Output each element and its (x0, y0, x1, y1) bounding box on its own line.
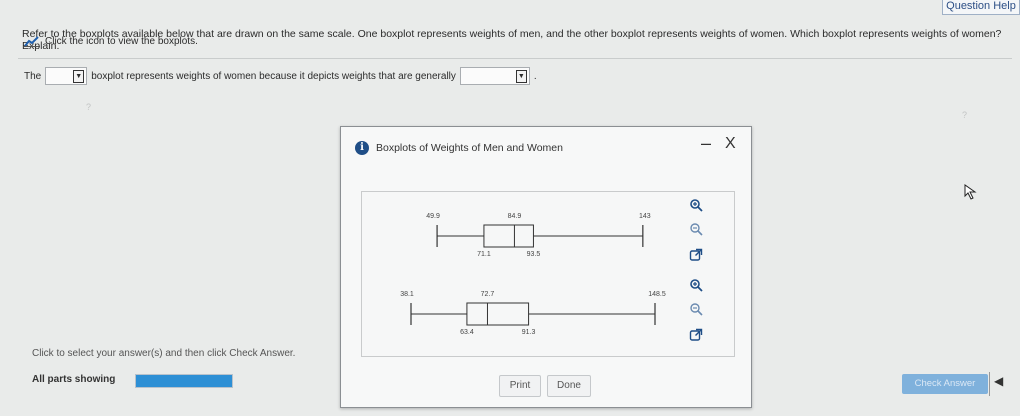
min-label: 38.1 (400, 291, 414, 298)
answer-prefix: The (24, 70, 42, 82)
view-boxplots-link[interactable]: Click the icon to view the boxplots. (45, 36, 198, 47)
max-label: 148.5 (648, 291, 666, 298)
q3-label: 91.3 (522, 329, 536, 336)
previous-arrow-icon[interactable]: ◀ (994, 374, 1003, 388)
answer-sentence: The ▼ boxplot represents weights of wome… (24, 67, 537, 85)
zoom-out-icon[interactable] (687, 220, 705, 238)
zoom-out-icon[interactable] (687, 300, 705, 318)
print-button[interactable]: Print (499, 375, 541, 397)
minimize-button[interactable]: – (701, 133, 711, 154)
faint-mark-left: ? (86, 102, 92, 112)
zoom-in-icon[interactable] (687, 196, 705, 214)
progress-fill (136, 375, 232, 387)
done-button[interactable]: Done (547, 375, 591, 397)
chevron-down-icon: ▼ (515, 69, 527, 83)
divider (989, 372, 990, 396)
popout-icon[interactable] (687, 246, 705, 264)
mouse-cursor-icon (964, 184, 977, 200)
median-label: 72.7 (481, 291, 495, 298)
min-label: 49.9 (426, 213, 440, 220)
max-label: 143 (639, 213, 651, 220)
answer-dropdown-1[interactable]: ▼ (45, 67, 88, 85)
progress-bar (135, 374, 233, 388)
question-help-link[interactable]: Question Help (942, 0, 1020, 15)
dialog-title: Boxplots of Weights of Men and Women (376, 142, 563, 154)
median-label: 84.9 (508, 213, 522, 220)
chevron-down-icon: ▼ (73, 69, 85, 83)
iqr-box (466, 302, 530, 326)
close-button[interactable]: X (725, 135, 736, 153)
popout-icon[interactable] (687, 326, 705, 344)
help-text: Click to select your answer(s) and then … (32, 348, 296, 359)
iqr-box (483, 224, 534, 248)
divider (18, 58, 1012, 59)
boxplot-chart: 49.9 84.9 143 71.1 93.5 38.1 72.7 148.5 63.4 91.3 (361, 191, 735, 357)
q1-label: 71.1 (477, 251, 491, 258)
boxplot-svg: 49.9 84.9 143 71.1 93.5 38.1 72.7 148.5 63.4 91.3 (400, 213, 666, 336)
q1-label: 63.4 (460, 329, 474, 336)
check-answer-button[interactable]: Check Answer (902, 374, 988, 394)
faint-mark-right: ? (962, 110, 968, 120)
zoom-in-icon[interactable] (687, 276, 705, 294)
info-icon: i (355, 141, 369, 155)
boxplots-dialog: i Boxplots of Weights of Men and Women –… (340, 126, 752, 408)
answer-middle: boxplot represents weights of women beca… (91, 70, 456, 82)
answer-dropdown-2[interactable]: ▼ (459, 67, 530, 85)
parts-label: All parts showing (32, 374, 116, 385)
answer-suffix: . (533, 70, 537, 82)
q3-label: 93.5 (527, 251, 541, 258)
chart-icon[interactable] (24, 36, 40, 47)
